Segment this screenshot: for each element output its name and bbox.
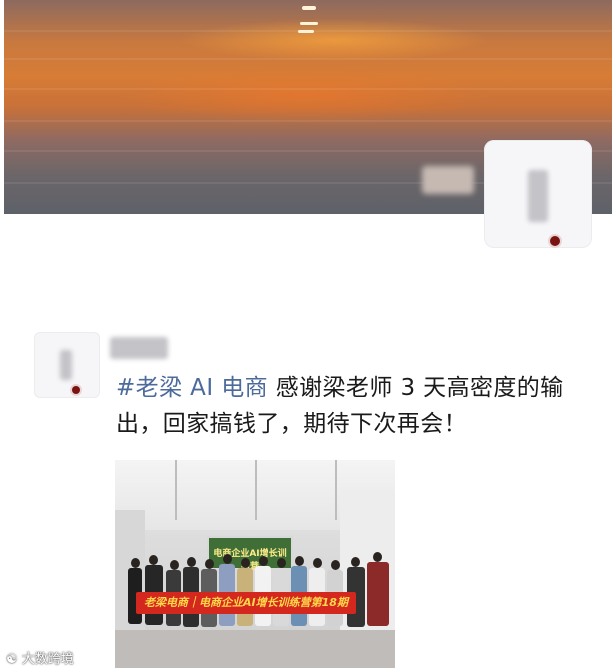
- profile-avatar[interactable]: [484, 140, 592, 248]
- watermark-text: 大数跨境: [21, 652, 74, 667]
- hashtag-link[interactable]: #老梁 AI 电商: [116, 375, 268, 401]
- sun-reflection: [302, 6, 316, 10]
- event-banner: 老梁电商｜电商企业AI增长训练营第18期: [136, 592, 356, 614]
- post-text: #老梁 AI 电商 感谢梁老师 3 天高密度的输出，回家搞钱了，期待下次再会！: [116, 370, 584, 442]
- watermark: ☯ 大数跨境: [6, 648, 74, 667]
- post-author-name[interactable]: [110, 337, 168, 359]
- watermark-icon: ☯: [6, 652, 18, 667]
- mosaic-blur: [422, 166, 474, 194]
- post-photo[interactable]: 电商企业AI增长训练营 老梁电商｜电商企业AI增长训练营第18期: [115, 460, 395, 668]
- post-author-avatar[interactable]: [34, 332, 100, 398]
